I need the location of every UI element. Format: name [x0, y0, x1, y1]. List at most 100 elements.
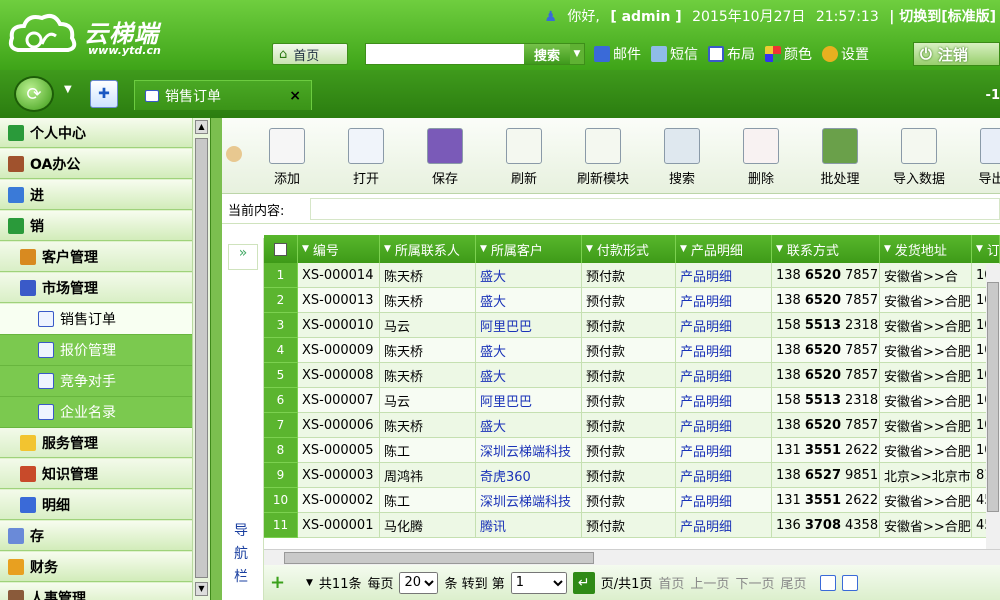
search-input[interactable]	[366, 44, 524, 64]
sidebar-item[interactable]: 企业名录	[0, 397, 192, 428]
mail-link[interactable]: 邮件	[594, 44, 641, 64]
table-row[interactable]: 11 XS-000001 马化腾 腾讯 预付款 产品明细 136 3708 4358 安徽省>>合…	[264, 513, 1000, 538]
sidebar-item[interactable]: 存	[0, 521, 192, 551]
sidebar-item[interactable]: 服务管理	[0, 428, 192, 458]
scroll-down-icon[interactable]: ▼	[195, 582, 208, 596]
column-header[interactable]: ▼ 所属联系人	[380, 235, 476, 263]
sidebar-item[interactable]: 知识管理	[0, 459, 192, 489]
toolbar-button[interactable]: 批处理	[805, 128, 875, 187]
cell-customer[interactable]: 盛大	[476, 363, 582, 388]
toolbar-button[interactable]: 导入数据	[884, 128, 954, 187]
cell-customer[interactable]: 深圳云梯端科技	[476, 488, 582, 513]
sidebar-item[interactable]: OA办公	[0, 149, 192, 179]
sidebar-item[interactable]: 销	[0, 211, 192, 241]
toolbar-button[interactable]: 删除	[726, 128, 796, 187]
toolbar-button[interactable]: 添加	[252, 128, 322, 187]
toolbar-button[interactable]: 刷新	[489, 128, 559, 187]
cell-detail[interactable]: 产品明细	[676, 363, 772, 388]
page-size-dropdown-icon[interactable]: ▼	[306, 578, 313, 588]
search-button[interactable]: 搜索	[524, 44, 570, 64]
sidebar-item[interactable]: 个人中心	[0, 118, 192, 148]
sidebar-item[interactable]: 销售订单	[0, 304, 192, 335]
toolbar-button[interactable]: 导出数	[963, 128, 1000, 187]
switch-edition-link[interactable]: | 切换到[标准版]	[889, 9, 996, 25]
table-row[interactable]: 2 XS-000013 陈天桥 盛大 预付款 产品明细 138 6520 7857 安徽省>>合肥…	[264, 288, 1000, 313]
table-row[interactable]: 3 XS-000010 马云 阿里巴巴 预付款 产品明细 158 5513 2318 安徽省>>合…	[264, 313, 1000, 338]
cell-customer[interactable]: 盛大	[476, 338, 582, 363]
close-icon[interactable]: ×	[289, 88, 301, 104]
toolbar-button[interactable]: 刷新模块	[568, 128, 638, 187]
column-header[interactable]: ▼ 付款形式	[582, 235, 676, 263]
column-header[interactable]: ▼ 编号	[298, 235, 380, 263]
layout-link[interactable]: 布局	[708, 44, 755, 64]
cell-customer[interactable]: 盛大	[476, 288, 582, 313]
cell-detail[interactable]: 产品明细	[676, 513, 772, 538]
sidebar-item[interactable]: 进	[0, 180, 192, 210]
username[interactable]: [ admin ]	[610, 9, 681, 25]
column-header[interactable]: ▼ 所属客户	[476, 235, 582, 263]
cell-detail[interactable]: 产品明细	[676, 338, 772, 363]
sidebar-splitter[interactable]	[210, 118, 222, 600]
sidebar-item[interactable]: 客户管理	[0, 242, 192, 272]
prev-page-link[interactable]: 上一页	[690, 573, 729, 592]
grid-vertical-scrollbar[interactable]	[986, 264, 1000, 549]
last-page-link[interactable]: 尾页	[780, 573, 806, 592]
cell-detail[interactable]: 产品明细	[676, 438, 772, 463]
table-row[interactable]: 8 XS-000005 陈工 深圳云梯端科技 预付款 产品明细 131 3551 2622 安徽省…	[264, 438, 1000, 463]
nav-panel-label[interactable]: 导航栏	[234, 520, 248, 589]
column-header[interactable]: ▼ 产品明细	[676, 235, 772, 263]
grid-horizontal-scrollbar[interactable]	[264, 549, 1000, 565]
sidebar-item[interactable]: 竞争对手	[0, 366, 192, 397]
cell-customer[interactable]: 盛大	[476, 263, 582, 288]
cell-customer[interactable]: 阿里巴巴	[476, 313, 582, 338]
new-window-button[interactable]: ✚	[90, 80, 118, 108]
table-row[interactable]: 4 XS-000009 陈天桥 盛大 预付款 产品明细 138 6520 7857 安徽省>>合肥…	[264, 338, 1000, 363]
sidebar-scrollbar[interactable]: ▲ ▼	[192, 118, 210, 600]
grid-settings-icon[interactable]	[820, 574, 837, 591]
table-row[interactable]: 7 XS-000006 陈天桥 盛大 预付款 产品明细 138 6520 7857 安徽省>>合肥…	[264, 413, 1000, 438]
select-all-checkbox[interactable]	[264, 235, 298, 263]
scrollbar-thumb[interactable]	[987, 282, 999, 512]
column-header[interactable]: ▼ 联系方式	[772, 235, 880, 263]
search-dropdown[interactable]: ▼	[570, 44, 584, 64]
start-menu-button[interactable]: ⟳	[14, 76, 54, 112]
cell-detail[interactable]: 产品明细	[676, 288, 772, 313]
home-button[interactable]: ⌂ 首页	[272, 43, 348, 65]
add-row-button[interactable]: +	[270, 572, 300, 593]
next-page-link[interactable]: 下一页	[735, 573, 774, 592]
scrollbar-thumb[interactable]	[195, 138, 208, 578]
expand-nav-button[interactable]: »	[228, 244, 258, 270]
scroll-up-icon[interactable]: ▲	[195, 120, 208, 134]
color-link[interactable]: 颜色	[765, 44, 812, 64]
toolbar-button[interactable]: 搜索	[647, 128, 717, 187]
cell-detail[interactable]: 产品明细	[676, 463, 772, 488]
page-size-select[interactable]: 20	[399, 571, 439, 594]
sidebar-item[interactable]: 明细	[0, 490, 192, 520]
sidebar-item[interactable]: 财务	[0, 552, 192, 582]
settings-link[interactable]: 设置	[822, 44, 869, 64]
cell-customer[interactable]: 奇虎360	[476, 463, 582, 488]
scrollbar-thumb[interactable]	[284, 552, 594, 564]
sidebar-item[interactable]: 报价管理	[0, 335, 192, 366]
cell-detail[interactable]: 产品明细	[676, 263, 772, 288]
table-row[interactable]: 1 XS-000014 陈天桥 盛大 预付款 产品明细 138 6520 7857 安徽省>>合 1…	[264, 263, 1000, 288]
cell-detail[interactable]: 产品明细	[676, 413, 772, 438]
cell-detail[interactable]: 产品明细	[676, 488, 772, 513]
table-row[interactable]: 9 XS-000003 周鸿祎 奇虎360 预付款 产品明细 138 6527 9851 北京>>…	[264, 463, 1000, 488]
cell-detail[interactable]: 产品明细	[676, 388, 772, 413]
column-header[interactable]: ▼ 订	[972, 235, 1000, 263]
table-row[interactable]: 10 XS-000002 陈工 深圳云梯端科技 预付款 产品明细 131 3551 2622 安徽…	[264, 488, 1000, 513]
first-page-link[interactable]: 首页	[658, 573, 684, 592]
cell-customer[interactable]: 腾讯	[476, 513, 582, 538]
cell-customer[interactable]: 阿里巴巴	[476, 388, 582, 413]
logout-button[interactable]: ⏻ 注销	[913, 42, 1000, 66]
table-row[interactable]: 6 XS-000007 马云 阿里巴巴 预付款 产品明细 158 5513 2318 安徽省>>合…	[264, 388, 1000, 413]
chevron-down-icon[interactable]: ▼	[64, 84, 72, 95]
toolbar-button[interactable]: 保存	[410, 128, 480, 187]
sidebar-item[interactable]: 人事管理	[0, 583, 192, 600]
go-button[interactable]: ↵	[572, 571, 595, 594]
table-row[interactable]: 5 XS-000008 陈天桥 盛大 预付款 产品明细 138 6520 7857 安徽省>>合肥…	[264, 363, 1000, 388]
cell-detail[interactable]: 产品明细	[676, 313, 772, 338]
sms-link[interactable]: 短信	[651, 44, 698, 64]
cell-customer[interactable]: 深圳云梯端科技	[476, 438, 582, 463]
